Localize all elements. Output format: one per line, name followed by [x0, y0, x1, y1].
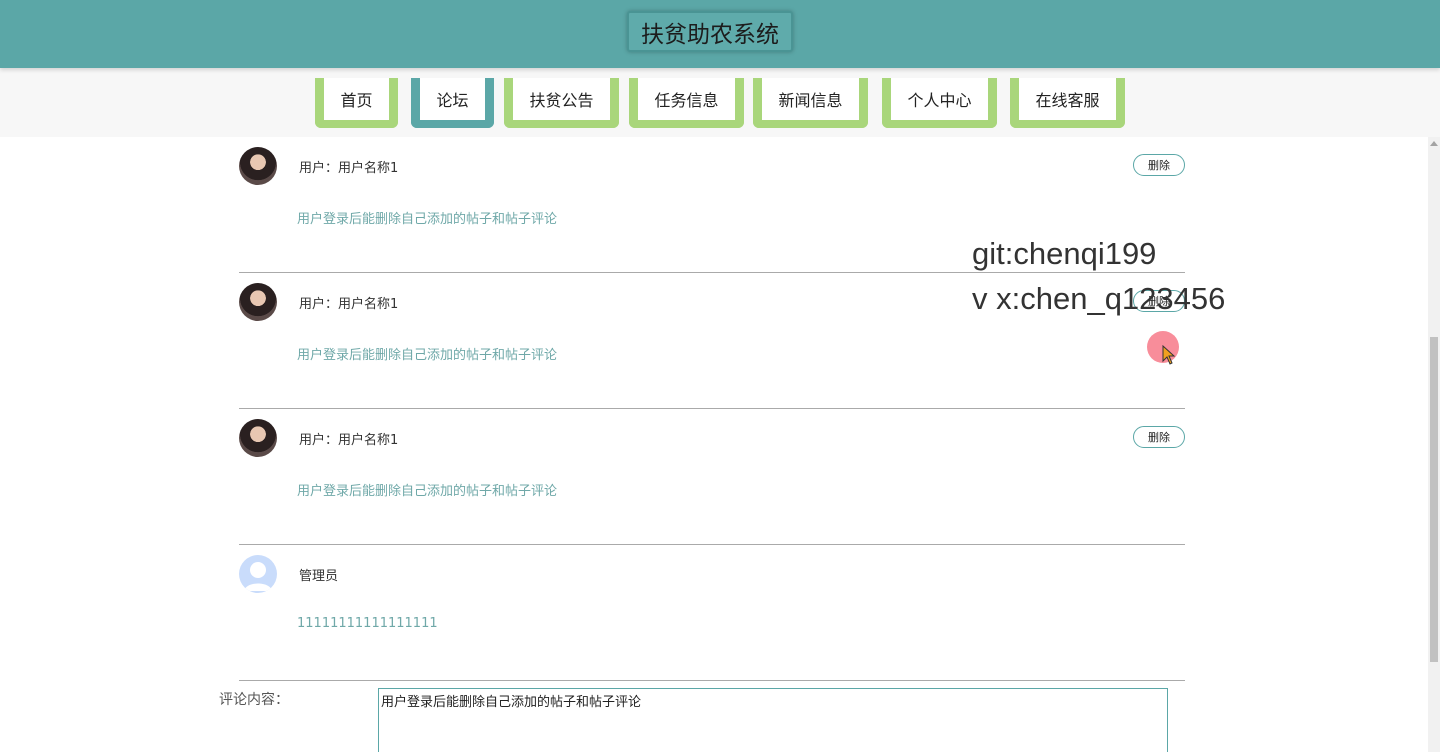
post-username: 用户：用户名称1 — [299, 297, 399, 312]
nav-item-profile[interactable]: 个人中心 — [882, 78, 997, 128]
nav-item-home[interactable]: 首页 — [315, 78, 398, 128]
comment-label: 评论内容： — [219, 692, 289, 708]
forum-post: 管理员 11111111111111111 — [239, 545, 1185, 681]
site-title: 扶贫助农系统 — [627, 11, 793, 52]
user-avatar — [239, 147, 277, 185]
watermark-line-2: v x:chen_q123456 — [972, 281, 1226, 316]
user-avatar — [239, 283, 277, 321]
nav-item-news[interactable]: 新闻信息 — [753, 78, 868, 128]
post-username: 管理员 — [299, 569, 339, 584]
post-content: 用户登录后能删除自己添加的帖子和帖子评论 — [297, 212, 558, 227]
user-avatar — [239, 419, 277, 457]
nav-item-support[interactable]: 在线客服 — [1010, 78, 1125, 128]
delete-button[interactable]: 删除 — [1133, 154, 1185, 176]
post-divider — [239, 680, 1185, 681]
nav-item-announcements[interactable]: 扶贫公告 — [504, 78, 619, 128]
post-username: 用户：用户名称1 — [299, 433, 399, 448]
post-content: 用户登录后能删除自己添加的帖子和帖子评论 — [297, 348, 558, 363]
page-scrollbar[interactable] — [1428, 137, 1440, 752]
nav-item-forum[interactable]: 论坛 — [411, 78, 494, 128]
main-nav: 首页 论坛 扶贫公告 任务信息 新闻信息 个人中心 在线客服 — [0, 68, 1440, 137]
scroll-up-icon[interactable] — [1430, 141, 1438, 146]
post-content: 用户登录后能删除自己添加的帖子和帖子评论 — [297, 484, 558, 499]
default-avatar-icon — [239, 555, 277, 593]
forum-post: 用户：用户名称1 删除 用户登录后能删除自己添加的帖子和帖子评论 — [239, 409, 1185, 545]
post-username: 用户：用户名称1 — [299, 161, 399, 176]
post-content: 11111111111111111 — [297, 616, 438, 631]
mouse-cursor-icon — [1162, 345, 1176, 365]
watermark-line-1: git:chenqi199 — [972, 236, 1157, 271]
comment-input[interactable]: 用户登录后能删除自己添加的帖子和帖子评论 — [378, 688, 1168, 752]
nav-item-tasks[interactable]: 任务信息 — [629, 78, 744, 128]
scrollbar-thumb[interactable] — [1430, 337, 1438, 662]
delete-button[interactable]: 删除 — [1133, 426, 1185, 448]
header-bar: 扶贫助农系统 — [0, 0, 1440, 68]
